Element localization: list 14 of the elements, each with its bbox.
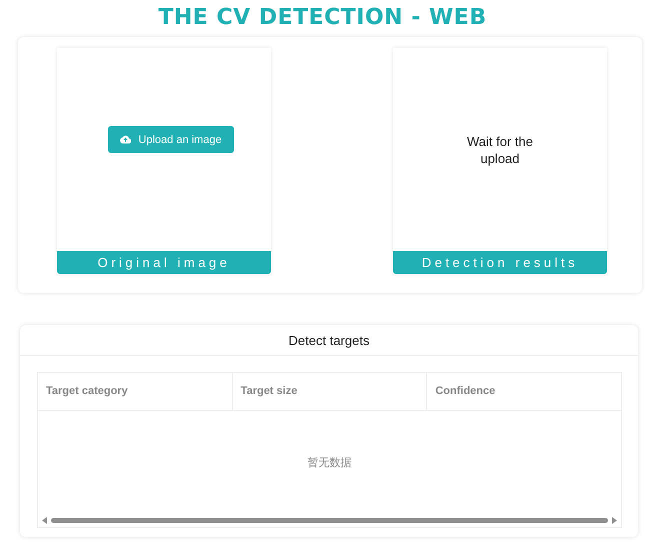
column-header: Target size xyxy=(232,373,428,410)
upload-button[interactable]: Upload an image xyxy=(108,126,234,153)
panel-caption: Detection results xyxy=(393,251,607,274)
card-title: Detect targets xyxy=(20,325,638,356)
scroll-left-icon[interactable] xyxy=(42,516,47,524)
column-header: Confidence xyxy=(434,384,496,399)
empty-message: 暂无数据 xyxy=(308,456,352,470)
column-header: Target category xyxy=(38,373,233,410)
page-title: THE CV DETECTION - WEB xyxy=(158,4,487,32)
scroll-right-icon[interactable] xyxy=(612,516,617,524)
status-message: Wait for the upload xyxy=(466,132,534,166)
cloud-upload-icon xyxy=(120,135,132,144)
panel-caption: Original image xyxy=(57,251,271,274)
scrollbar-thumb[interactable] xyxy=(51,518,608,522)
